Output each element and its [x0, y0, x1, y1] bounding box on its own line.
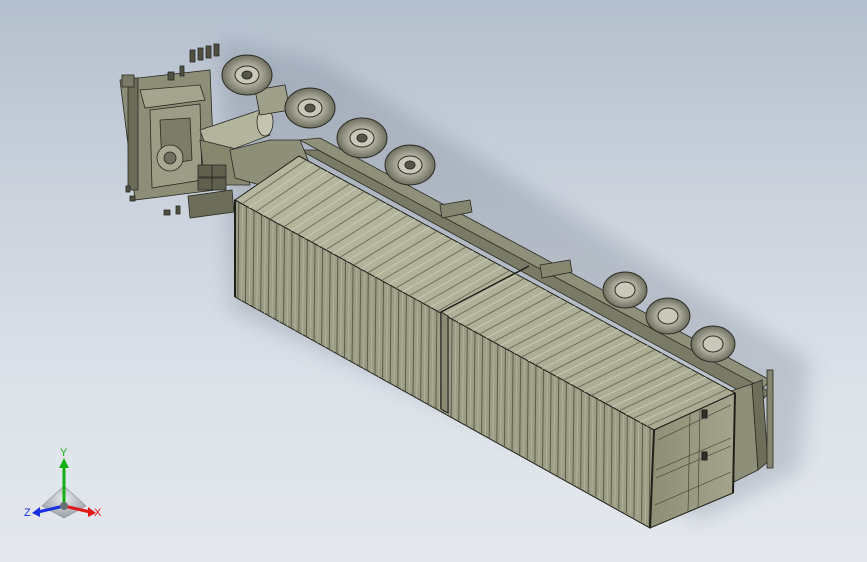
- wheel: [690, 325, 736, 363]
- door-latch: [701, 451, 708, 461]
- wheel: [221, 54, 273, 96]
- y-axis-arrow: [59, 458, 69, 468]
- wheel: [284, 87, 336, 129]
- z-axis-arrow: [32, 507, 40, 517]
- triad-origin: [60, 502, 68, 510]
- wheel: [645, 297, 691, 335]
- z-axis-label: Z: [24, 507, 31, 519]
- door-latch: [701, 409, 708, 419]
- x-axis-label: X: [94, 507, 102, 519]
- wheel: [336, 117, 388, 159]
- truck-assembly-model[interactable]: [0, 0, 867, 562]
- y-axis-label: Y: [60, 447, 68, 459]
- view-orientation-triad[interactable]: Y X Z: [22, 446, 108, 528]
- cad-graphics-area[interactable]: Y X Z: [0, 0, 867, 562]
- wheel: [384, 144, 436, 186]
- wheel: [602, 271, 648, 309]
